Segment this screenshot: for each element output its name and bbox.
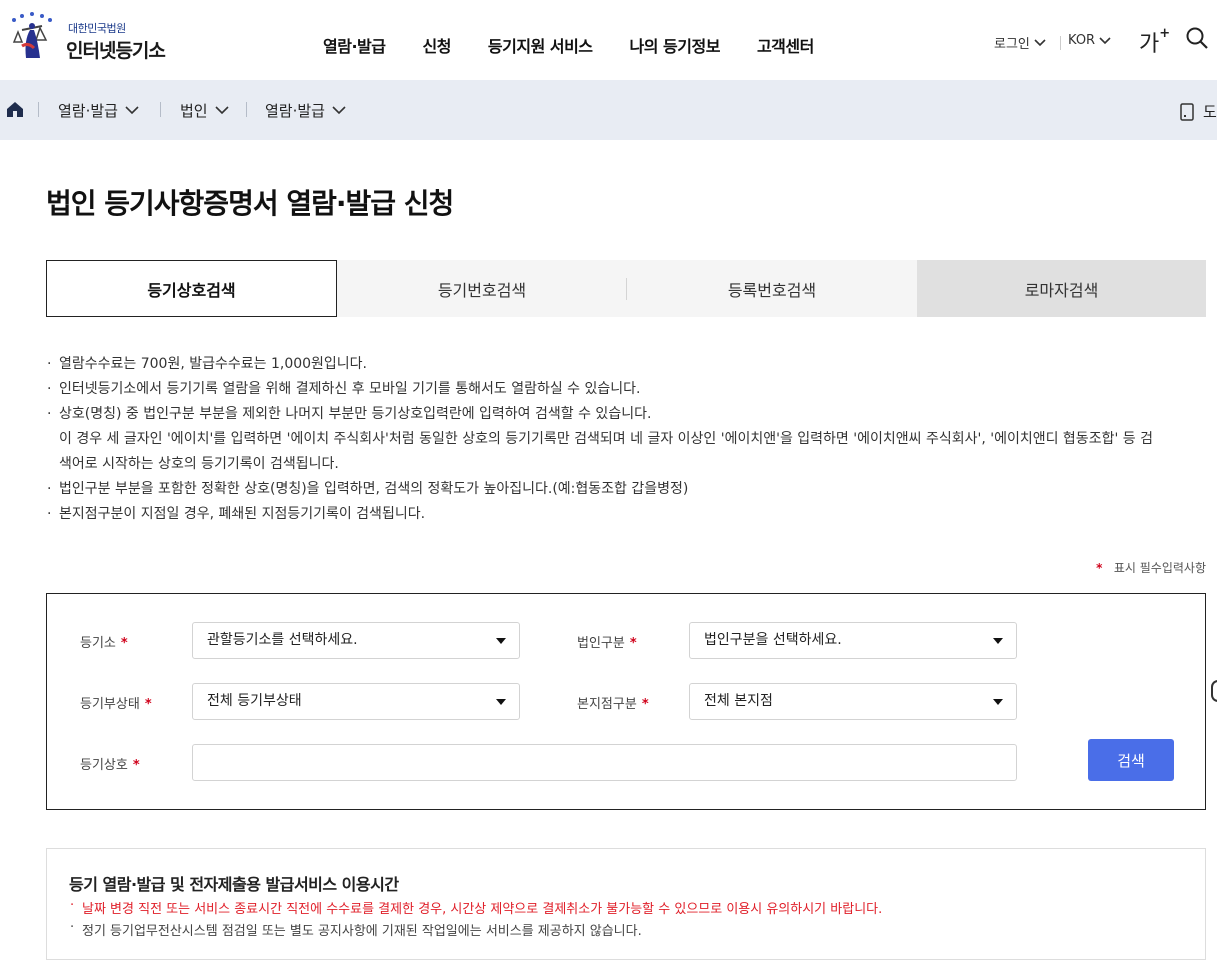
nav-customer-center[interactable]: 고객센터 [757,33,814,57]
header: 대한민국법원 인터넷등기소 열람·발급 신청 등기지원 서비스 나의 등기정보 … [0,0,1217,80]
label-text: 본지점구분 [577,697,637,712]
label-text: 법인구분 [577,636,625,651]
tab-romanized-search[interactable]: 로마자검색 [917,260,1206,317]
registry-office-label: 등기소 * [80,632,128,651]
notice-item: 본지점구분이 지점일 경우, 폐쇄된 지점등기기록이 검색됩니다. [46,502,1206,527]
logo-subtitle: 대한민국법원 [68,22,126,35]
caret-down-icon [496,638,506,644]
breadcrumb: 열람·발급 법인 열람·발급 도 [0,80,1217,140]
login-label: 로그인 [994,37,1030,52]
required-note-text: 표시 필수입력사항 [1113,561,1206,575]
home-icon[interactable] [6,101,24,122]
font-size-plus: + [1159,25,1171,41]
required-star: * [629,636,637,651]
breadcrumb-label: 열람·발급 [58,102,118,120]
chevron-down-icon [1034,38,1046,46]
page-title: 법인 등기사항증명서 열람·발급 신청 [46,187,454,220]
breadcrumb-divider [38,102,39,117]
breadcrumb-item-view-issue[interactable]: 열람·발급 [58,100,139,121]
chevron-down-icon [125,106,139,115]
service-info-title: 등기 열람·발급 및 전자제출용 발급서비스 이용시간 [69,875,399,894]
search-icon[interactable] [1185,26,1209,54]
court-emblem-icon [12,12,52,58]
print-button[interactable]: 도 [1180,101,1217,122]
service-info-box: 등기 열람·발급 및 전자제출용 발급서비스 이용시간 날짜 변경 직전 또는 … [46,848,1206,960]
label-text: 등기소 [80,636,116,651]
notice-continuation: 이 경우 세 글자인 '에이치'를 입력하면 '에이치 주식회사'처럼 동일한 … [59,431,1153,447]
trade-name-input[interactable] [192,744,1017,781]
notice-list: 열람수수료는 700원, 발급수수료는 1,000원입니다. 인터넷등기소에서 … [46,352,1206,527]
label-text: 등기상호 [80,758,128,773]
caret-down-icon [496,699,506,705]
required-star: * [641,697,649,712]
breadcrumb-label: 법인 [180,102,208,120]
language-menu[interactable]: KOR [1068,33,1111,48]
breadcrumb-divider [160,102,161,117]
breadcrumb-item-view-issue-sub[interactable]: 열람·발급 [265,100,346,121]
chevron-down-icon [1099,36,1111,44]
chevron-down-icon [332,106,346,115]
required-field-note: * 표시 필수입력사항 [1096,559,1206,576]
registry-office-select[interactable]: 관할등기소를 선택하세요. [192,622,520,659]
service-info-warning: 날짜 변경 직전 또는 서비스 종료시간 직전에 수수료를 결제한 경우, 시간… [69,898,882,917]
nav-view-issue[interactable]: 열람·발급 [323,33,386,57]
required-star: * [144,697,152,712]
notice-item: 인터넷등기소에서 등기기록 열람을 위해 결제하신 후 모바일 기기를 통해서도… [46,377,1206,402]
caret-down-icon [993,699,1003,705]
tab-trade-name-search[interactable]: 등기상호검색 [46,260,337,317]
logo-title: 인터넷등기소 [66,40,166,62]
registry-status-label: 등기부상태 * [80,693,152,712]
branch-type-select[interactable]: 전체 본지점 [689,683,1017,720]
trade-name-label: 등기상호 * [80,754,140,773]
divider [1060,36,1061,50]
nav-registry-support[interactable]: 등기지원 서비스 [488,33,593,57]
nav-apply[interactable]: 신청 [422,33,451,57]
main-navigation: 열람·발급 신청 등기지원 서비스 나의 등기정보 고객센터 [323,33,851,57]
search-button[interactable]: 검색 [1088,739,1174,781]
select-value: 법인구분을 선택하세요. [704,632,842,648]
notice-item: 상호(명칭) 중 법인구분 부분을 제외한 나머지 부분만 등기상호입력란에 입… [46,402,1206,427]
notice-item: 열람수수료는 700원, 발급수수료는 1,000원입니다. [46,352,1206,377]
breadcrumb-divider [246,102,247,117]
print-label: 도 [1203,103,1217,121]
side-scroll-handle[interactable] [1211,680,1217,702]
corp-type-label: 법인구분 * [577,632,637,651]
breadcrumb-item-corporation[interactable]: 법인 [180,100,229,121]
document-icon [1180,102,1194,121]
search-form: 등기소 * 관할등기소를 선택하세요. 법인구분 * 법인구분을 선택하세요. 등기… [46,593,1206,810]
tab-registry-number-search[interactable]: 등기번호검색 [337,260,627,317]
branch-type-label: 본지점구분 * [577,693,649,712]
chevron-down-icon [215,106,229,115]
notice-item: 법인구분 부분을 포함한 정확한 상호(명칭)을 입력하면, 검색의 정확도가 … [46,477,1206,502]
registry-status-select[interactable]: 전체 등기부상태 [192,683,520,720]
font-size-button[interactable]: 가+ [1139,26,1170,58]
login-menu[interactable]: 로그인 [994,33,1046,52]
select-value: 관할등기소를 선택하세요. [207,632,358,648]
breadcrumb-label: 열람·발급 [265,102,325,120]
notice-continuation: 색어로 시작하는 상호의 등기기록이 검색됩니다. [59,456,339,472]
select-value: 전체 본지점 [704,693,773,709]
label-text: 등기부상태 [80,697,140,712]
required-star: * [1096,561,1103,575]
font-size-label: 가 [1139,32,1160,57]
court-registry-logo[interactable]: 대한민국법원 인터넷등기소 [8,12,178,68]
nav-my-registry[interactable]: 나의 등기정보 [630,33,721,57]
required-star: * [132,758,140,773]
language-label: KOR [1068,33,1096,48]
service-info-note: 정기 등기업무전산시스템 점검일 또는 별도 공지사항에 기재된 작업일에는 서… [69,920,642,939]
tab-registration-number-search[interactable]: 등록번호검색 [627,260,917,317]
select-value: 전체 등기부상태 [207,693,302,709]
corp-type-select[interactable]: 법인구분을 선택하세요. [689,622,1017,659]
required-star: * [120,636,128,651]
caret-down-icon [993,638,1003,644]
search-tabs: 등기상호검색 등기번호검색 등록번호검색 로마자검색 [46,260,1206,317]
